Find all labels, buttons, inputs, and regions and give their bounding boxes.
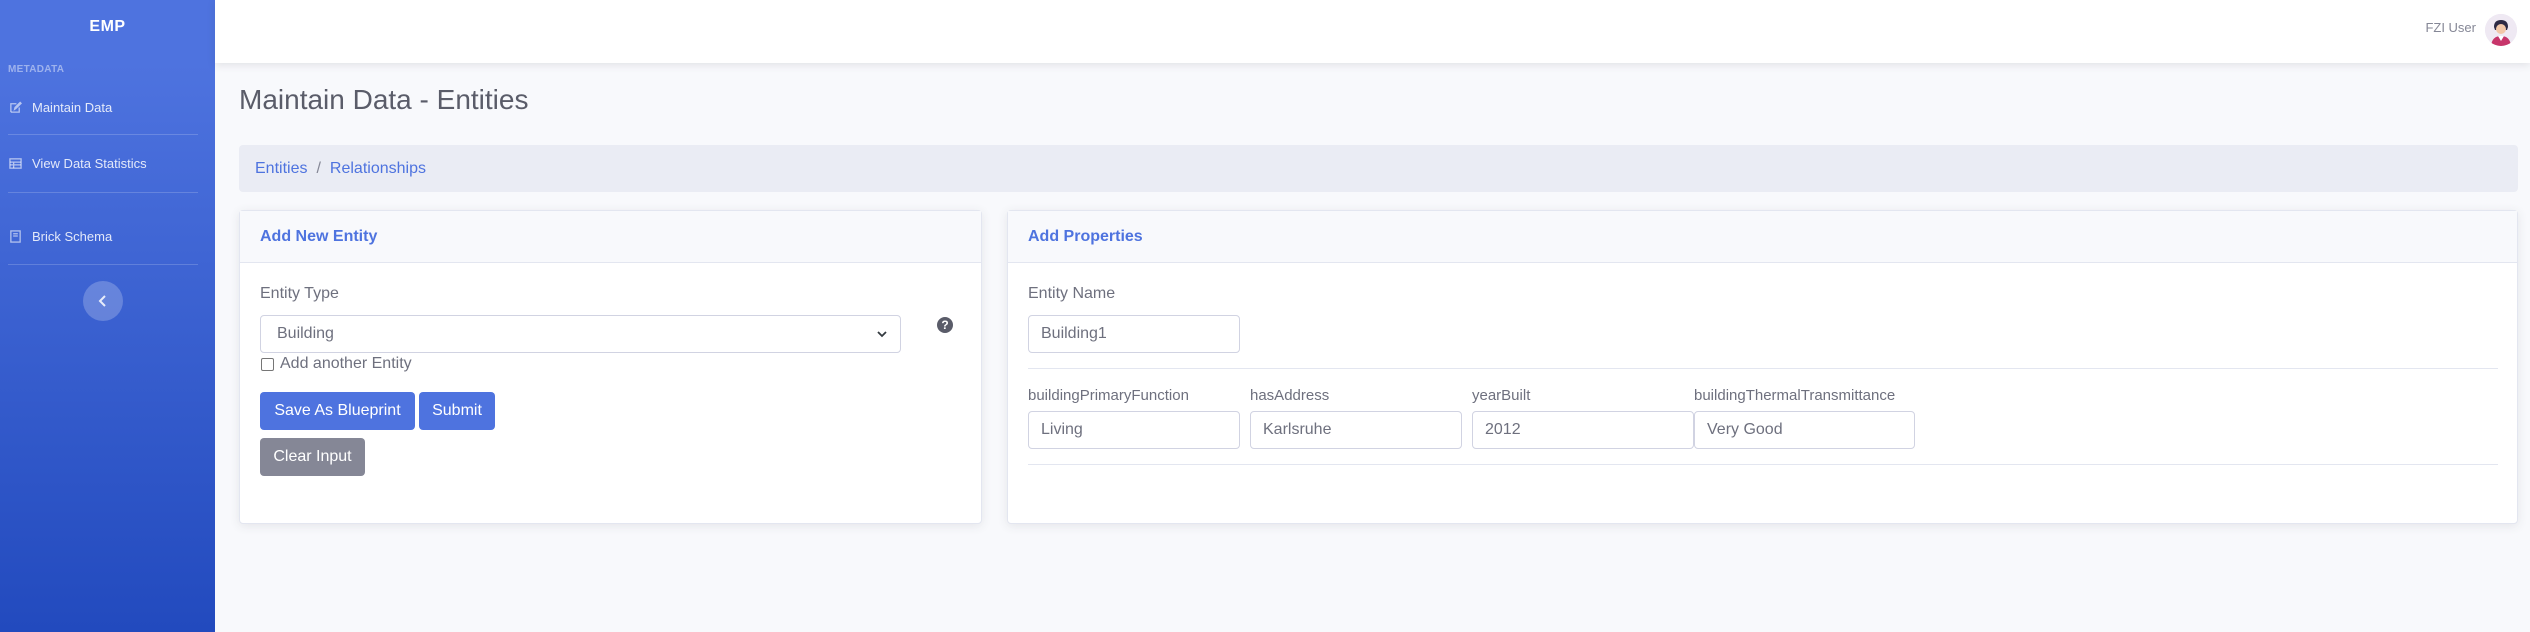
property-input-building-thermal-transmittance[interactable]: Very Good [1694, 411, 1915, 449]
entity-name-input[interactable]: Building1 [1028, 315, 1240, 353]
help-icon[interactable]: ? [937, 317, 953, 333]
page-title: Maintain Data - Entities [239, 84, 529, 115]
sidebar-item-label: View Data Statistics [32, 155, 147, 171]
edit-icon [8, 100, 22, 114]
sidebar: EMP METADATA Maintain Data View Data Sta… [0, 0, 215, 632]
property-input-building-primary-function[interactable]: Living [1028, 411, 1240, 449]
sidebar-divider [8, 264, 198, 265]
add-new-entity-card: Add New Entity Entity Type Building ? Ad… [239, 210, 982, 524]
sidebar-toggle-button[interactable] [83, 281, 123, 321]
entity-type-select[interactable]: Building [260, 315, 901, 353]
clear-input-button[interactable]: Clear Input [260, 438, 365, 476]
breadcrumb-separator: / [316, 159, 321, 177]
chevron-left-icon [98, 295, 106, 307]
sidebar-item-maintain-data[interactable]: Maintain Data [0, 92, 215, 122]
divider [1028, 368, 2498, 369]
save-as-blueprint-button[interactable]: Save As Blueprint [260, 392, 415, 430]
card-title: Add Properties [1008, 211, 2517, 263]
divider [1028, 464, 2498, 465]
sidebar-item-label: Maintain Data [32, 99, 113, 115]
sidebar-item-view-data-statistics[interactable]: View Data Statistics [0, 148, 215, 178]
property-input-year-built[interactable]: 2012 [1472, 411, 1694, 449]
add-properties-card: Add Properties Entity Name Building1 bui… [1007, 210, 2518, 524]
sidebar-divider [8, 134, 198, 135]
property-label: buildingThermalTransmittance [1694, 387, 1896, 404]
add-another-entity-label: Add another Entity [280, 355, 412, 372]
property-label: yearBuilt [1472, 387, 1531, 404]
sidebar-item-label: Brick Schema [32, 228, 113, 244]
topbar: FZI User [215, 0, 2530, 63]
breadcrumb: Entities / Relationships [239, 145, 2518, 192]
property-input-has-address[interactable]: Karlsruhe [1250, 411, 1462, 449]
entity-type-label: Entity Type [260, 285, 339, 302]
breadcrumb-entities[interactable]: Entities [255, 160, 307, 178]
user-name[interactable]: FZI User [2425, 20, 2476, 35]
property-label: hasAddress [1250, 387, 1330, 404]
sidebar-heading: METADATA [8, 64, 65, 75]
book-icon [8, 229, 22, 243]
entity-name-label: Entity Name [1028, 285, 1116, 302]
entity-type-value: Building [277, 325, 334, 342]
property-label: buildingPrimaryFunction [1028, 387, 1189, 404]
chevron-down-icon [877, 331, 887, 338]
table-icon [8, 156, 22, 170]
user-avatar[interactable] [2485, 14, 2517, 46]
breadcrumb-relationships[interactable]: Relationships [330, 160, 426, 178]
add-another-entity-checkbox[interactable] [261, 358, 274, 371]
sidebar-divider [8, 192, 198, 193]
submit-button[interactable]: Submit [419, 392, 495, 430]
sidebar-item-brick-schema[interactable]: Brick Schema [0, 221, 215, 251]
card-title: Add New Entity [240, 211, 981, 263]
brand-logo[interactable]: EMP [0, 0, 215, 54]
